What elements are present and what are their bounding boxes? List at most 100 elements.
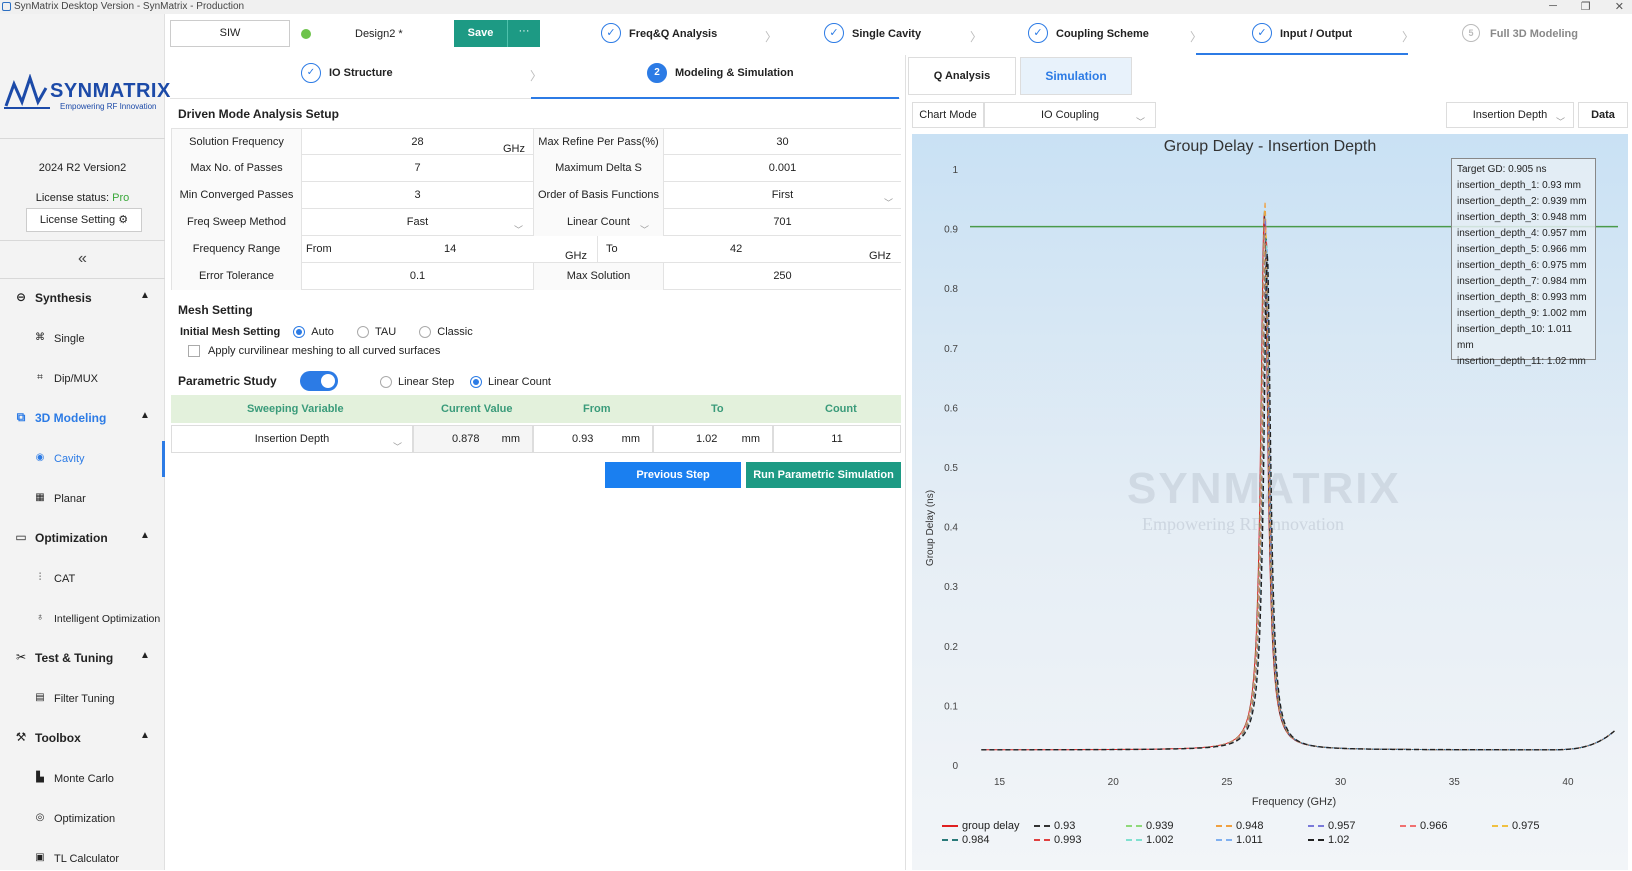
- min-converged-input[interactable]: 3: [301, 182, 533, 209]
- sweep-method-select[interactable]: Fast ﹀: [301, 209, 533, 236]
- previous-step-button[interactable]: Previous Step: [605, 462, 741, 488]
- nav-item-intelligent-optimization[interactable]: ♁ Intelligent Optimization: [0, 607, 165, 631]
- legend-item[interactable]: 0.948: [1216, 820, 1264, 832]
- max-passes-label: Max No. of Passes: [171, 155, 301, 182]
- nav-section-toolbox[interactable]: ⚒ Toolbox ▲: [0, 726, 165, 750]
- lightbulb-icon: ♁: [36, 612, 44, 623]
- legend-item[interactable]: 0.975: [1492, 820, 1540, 832]
- nav-section-test-tuning[interactable]: ✂ Test & Tuning ▲: [0, 646, 165, 670]
- check-circle-icon: ✓: [1252, 23, 1272, 43]
- error-tolerance-input[interactable]: 0.1: [301, 263, 533, 290]
- chevron-right-icon: 〉: [1402, 30, 1415, 44]
- nav-section-3d-modeling[interactable]: ⧉ 3D Modeling ▲: [0, 406, 165, 430]
- window-controls: ─ ❐ ✕: [1549, 0, 1624, 13]
- nav-section-synthesis[interactable]: ⊖ Synthesis ▲: [0, 286, 165, 310]
- legend-label: 0.93: [1054, 820, 1076, 832]
- basis-order-select[interactable]: First ﹀: [663, 182, 901, 209]
- license-setting-button[interactable]: License Setting ⚙: [26, 208, 142, 232]
- legend-label: 0.993: [1054, 834, 1082, 846]
- nav-item-label: Planar: [54, 493, 86, 505]
- nav-item-single[interactable]: ⌘ Single: [0, 327, 165, 351]
- nav-section-label: Toolbox: [35, 731, 81, 745]
- legend-item[interactable]: 0.993: [1034, 834, 1082, 846]
- linear-count-input[interactable]: 701: [663, 209, 901, 236]
- legend-item[interactable]: group delay: [942, 820, 1020, 832]
- license-status-value: Pro: [112, 192, 130, 204]
- radio-label: TAU: [375, 326, 397, 338]
- linear-count-select[interactable]: Linear Count ﹀: [533, 209, 663, 236]
- legend-item[interactable]: 0.966: [1400, 820, 1448, 832]
- check-circle-icon: ✓: [824, 23, 844, 43]
- mesh-tau-radio[interactable]: TAU: [357, 326, 397, 339]
- design-name[interactable]: Design2 *: [355, 28, 403, 40]
- max-solution-input[interactable]: 250: [663, 263, 901, 290]
- collapse-sidebar-button[interactable]: «: [0, 250, 165, 268]
- y-tick-label: 1: [952, 165, 958, 176]
- linear-step-radio[interactable]: Linear Step: [380, 376, 455, 389]
- run-parametric-simulation-button[interactable]: Run Parametric Simulation: [746, 462, 901, 488]
- legend-label: 1.002: [1146, 834, 1174, 846]
- nav-item-cat[interactable]: ⫶ CAT: [0, 567, 165, 591]
- from-input[interactable]: 0.93 mm: [533, 425, 653, 453]
- group-delay-chart: Group Delay - Insertion Depth SYNMATRIX …: [912, 134, 1628, 870]
- cube-icon: ⧉: [16, 410, 26, 424]
- sweeping-variable-select[interactable]: Insertion Depth ﹀: [171, 425, 413, 453]
- status-dot-icon: [301, 29, 311, 39]
- nav-item-planar[interactable]: ▦ Planar: [0, 487, 165, 511]
- nav-item-toolbox-optimization[interactable]: ◎ Optimization: [0, 807, 165, 831]
- nav-item-dipmux[interactable]: ⌗ Dip/MUX: [0, 367, 165, 391]
- legend-item[interactable]: 1.002: [1126, 834, 1174, 846]
- more-options-button[interactable]: ···: [508, 20, 540, 47]
- from-value: 0.93: [572, 433, 594, 445]
- legend-item[interactable]: 0.93: [1034, 820, 1075, 832]
- radio-label: Linear Count: [488, 376, 551, 388]
- panel-divider[interactable]: [905, 55, 906, 870]
- curvilinear-checkbox[interactable]: Apply curvilinear meshing to all curved …: [188, 345, 440, 358]
- legend-item[interactable]: 1.011: [1216, 834, 1263, 846]
- nav-item-tl-calculator[interactable]: ▣ TL Calculator: [0, 847, 165, 871]
- nav-section-optimization[interactable]: ▭ Optimization ▲: [0, 526, 165, 550]
- nav-item-label: TL Calculator: [54, 853, 120, 865]
- nav-item-cavity[interactable]: ◉ Cavity: [0, 441, 165, 477]
- count-input[interactable]: 11: [773, 425, 901, 453]
- sliders-icon: ⫶: [38, 572, 42, 583]
- chart-mode-value: IO Coupling: [1040, 109, 1100, 121]
- tab-simulation[interactable]: Simulation: [1020, 57, 1132, 95]
- mesh-classic-radio[interactable]: Classic: [419, 326, 473, 339]
- mesh-auto-radio[interactable]: Auto: [293, 326, 334, 339]
- save-button[interactable]: Save: [454, 20, 508, 47]
- max-refine-input[interactable]: 30: [663, 129, 901, 156]
- chart-mode-select[interactable]: IO Coupling ﹀: [984, 102, 1156, 128]
- cavity-icon: ◉: [35, 452, 45, 463]
- max-delta-s-input[interactable]: 0.001: [663, 155, 901, 182]
- tab-q-analysis[interactable]: Q Analysis: [908, 57, 1016, 95]
- close-icon[interactable]: ✕: [1615, 0, 1624, 13]
- radio-label: Linear Step: [398, 376, 455, 388]
- solution-frequency-input[interactable]: 28 GHz: [301, 129, 533, 156]
- legend-entry: insertion_depth_1: 0.93 mm: [1457, 180, 1581, 191]
- legend-item[interactable]: 1.02: [1308, 834, 1349, 846]
- legend-label: 0.948: [1236, 820, 1264, 832]
- siw-selector[interactable]: SIW: [170, 20, 290, 47]
- license-status-label: License status:: [35, 192, 110, 204]
- linear-count-radio[interactable]: Linear Count: [470, 376, 551, 389]
- max-passes-input[interactable]: 7: [301, 155, 533, 182]
- data-button[interactable]: Data: [1578, 102, 1628, 128]
- step-number-icon: 2: [647, 63, 667, 83]
- legend-item[interactable]: 0.984: [942, 834, 990, 846]
- check-circle-icon: ✓: [301, 63, 321, 83]
- nav-item-filter-tuning[interactable]: ▤ Filter Tuning: [0, 687, 165, 711]
- freq-from-input[interactable]: From 14 GHz: [301, 236, 597, 263]
- unit-label: mm: [621, 433, 640, 445]
- nav-item-monte-carlo[interactable]: ▙ Monte Carlo: [0, 767, 165, 791]
- to-input[interactable]: 1.02 mm: [653, 425, 773, 453]
- legend-item[interactable]: 0.939: [1126, 820, 1174, 832]
- view-value: Insertion Depth: [1472, 109, 1548, 121]
- legend-item[interactable]: 0.957: [1308, 820, 1356, 832]
- maximize-icon[interactable]: ❐: [1581, 0, 1591, 13]
- column-header: Sweeping Variable: [247, 403, 344, 415]
- view-select[interactable]: Insertion Depth ﹀: [1446, 102, 1574, 128]
- minimize-icon[interactable]: ─: [1549, 0, 1557, 13]
- freq-to-input[interactable]: To 42 GHz: [597, 236, 901, 263]
- parametric-toggle[interactable]: [300, 371, 338, 391]
